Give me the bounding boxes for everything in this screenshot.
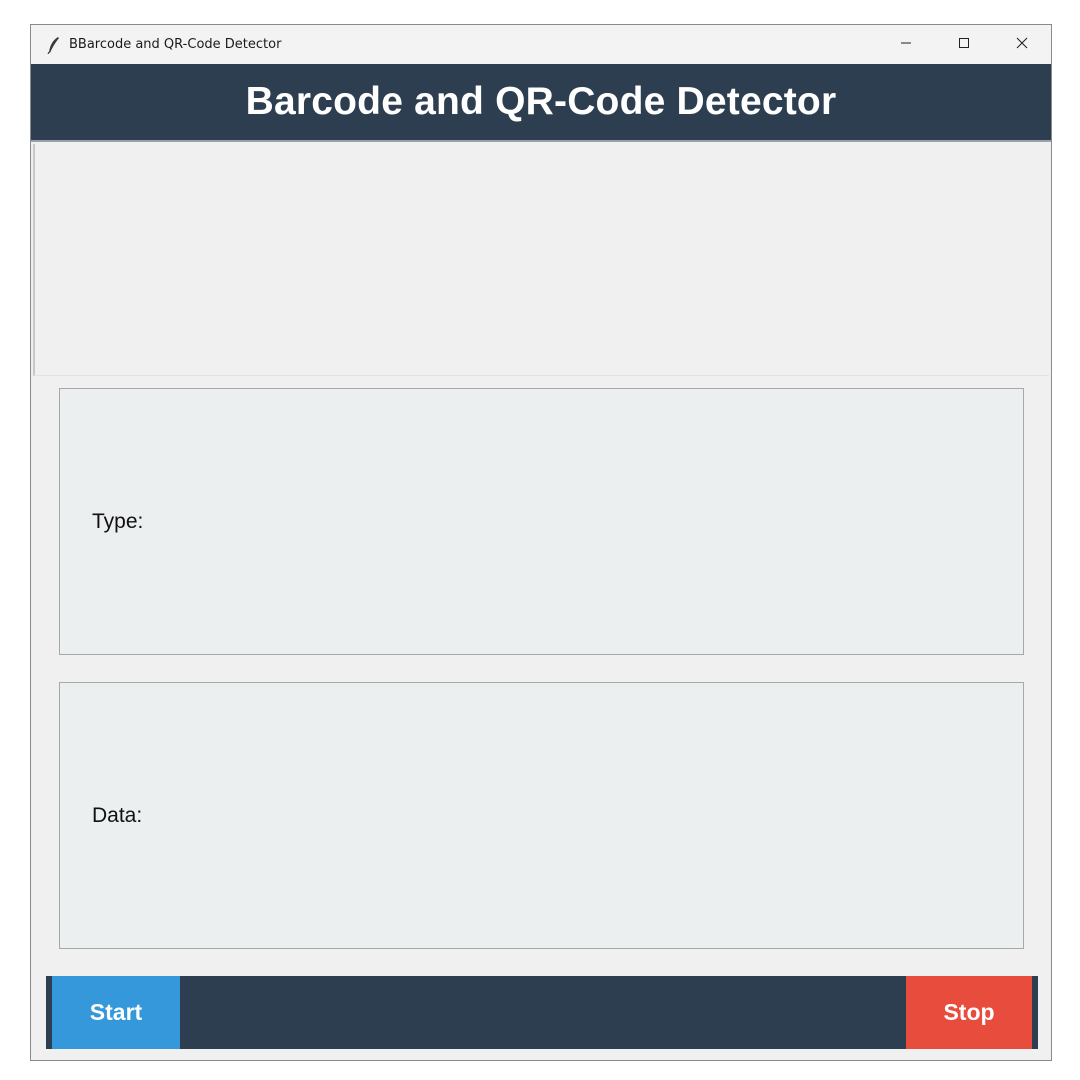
title-bar[interactable]: BBarcode and QR-Code Detector — [31, 25, 1051, 64]
data-panel: Data: — [59, 682, 1024, 949]
app-window: BBarcode and QR-Code Detector Barcode an… — [30, 24, 1052, 1061]
stop-button[interactable]: Stop — [906, 976, 1032, 1049]
start-button[interactable]: Start — [52, 976, 180, 1049]
minimize-icon — [900, 36, 912, 54]
maximize-button[interactable] — [935, 25, 993, 64]
type-panel: Type: — [59, 388, 1024, 655]
app-header: Barcode and QR-Code Detector — [31, 64, 1051, 142]
maximize-icon — [958, 36, 970, 54]
window-controls — [877, 25, 1051, 64]
controls-bar: Start Stop — [46, 976, 1038, 1049]
type-label: Type: — [92, 509, 144, 533]
feather-icon — [45, 36, 63, 54]
data-label: Data: — [92, 803, 143, 827]
window-title: BBarcode and QR-Code Detector — [69, 37, 282, 52]
minimize-button[interactable] — [877, 25, 935, 64]
close-icon — [1016, 36, 1028, 54]
camera-preview-area — [33, 144, 1049, 376]
page-title: Barcode and QR-Code Detector — [245, 80, 837, 123]
close-button[interactable] — [993, 25, 1051, 64]
